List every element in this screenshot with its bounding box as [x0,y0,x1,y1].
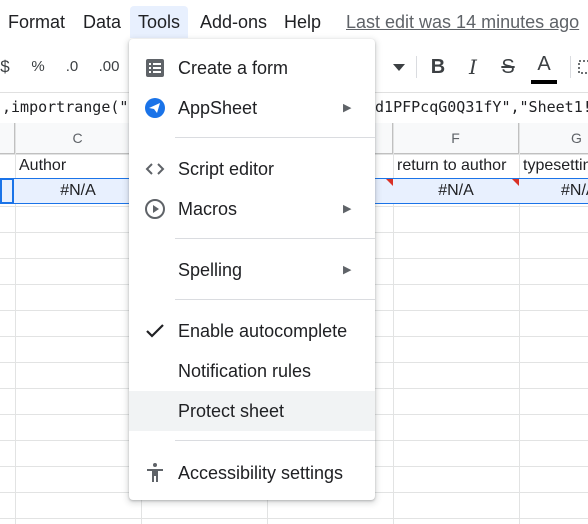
menu-item-script-editor[interactable]: Script editor [129,149,375,189]
menu-separator [175,440,375,441]
tools-menu: Create a form AppSheet ▶ Script editor M… [129,39,375,500]
column-header-f[interactable]: F [393,123,519,153]
bold-button[interactable]: B [426,44,450,90]
check-icon [146,324,164,338]
submenu-arrow-icon: ▶ [343,102,352,114]
selected-cell[interactable] [0,178,14,204]
menu-item-create-form[interactable]: Create a form [129,48,375,88]
error-indicator [512,179,519,186]
menu-item-notification-rules[interactable]: Notification rules [129,351,375,391]
cell-g2[interactable]: #N/A [519,179,588,203]
menu-item-spelling[interactable]: Spelling ▶ [129,250,375,290]
menu-item-label: Create a form [178,58,289,78]
menu-add-ons[interactable]: Add-ons [192,6,275,38]
caret-down-icon [393,64,405,71]
menu-tools[interactable]: Tools [130,6,189,38]
toolbar-divider [416,56,417,78]
menu-item-label: Accessibility settings [178,463,344,483]
borders-button[interactable] [578,44,588,90]
strikethrough-button[interactable]: S [496,44,520,90]
cell-c1[interactable]: Author [19,154,139,178]
toolbar-divider [570,56,571,78]
menu-bar: Format Data Tools Add-ons Help Last edit… [0,0,588,44]
menu-item-label: Macros [178,199,238,219]
menu-item-label: Enable autocomplete [178,321,348,341]
submenu-arrow-icon: ▶ [343,264,352,276]
menu-data[interactable]: Data [75,6,129,38]
menu-separator [175,238,375,239]
increase-decimal-label: .00 [98,58,120,75]
cell-c2[interactable]: #N/A [15,179,141,203]
text-color-indicator [531,80,557,84]
menu-item-label: Notification rules [178,361,312,381]
accessibility-icon [147,463,163,482]
increase-decimal-button[interactable]: .00 [94,44,124,90]
cell-f2[interactable]: #N/A [393,179,519,203]
menu-separator [175,137,375,138]
menu-item-label: Spelling [178,260,243,280]
italic-button[interactable]: I [461,44,485,90]
menu-item-label: Script editor [178,159,275,179]
menu-format[interactable]: Format [0,6,73,38]
column-g-label: G [571,130,582,146]
cell-g1[interactable]: typesetting [523,154,588,178]
column-header-b[interactable] [0,123,15,153]
play-circle-icon [145,199,165,219]
menu-item-accessibility-settings[interactable]: Accessibility settings [129,453,375,493]
menu-item-label: Protect sheet [178,401,285,421]
font-size-dropdown[interactable] [388,44,410,90]
menu-item-macros[interactable]: Macros ▶ [129,189,375,229]
menu-item-label: AppSheet [178,98,258,118]
menu-separator [175,299,375,300]
form-icon [146,59,164,77]
decrease-decimal-button[interactable]: .0 [60,44,84,90]
menu-help[interactable]: Help [276,6,329,38]
appsheet-icon [145,98,165,118]
error-indicator [386,179,393,186]
code-icon [145,163,165,175]
menu-item-enable-autocomplete[interactable]: Enable autocomplete [129,311,375,351]
menu-item-protect-sheet[interactable]: Protect sheet [129,391,375,431]
menu-item-appsheet[interactable]: AppSheet ▶ [129,88,375,128]
formula-text-left: ,importrange("1 [2,98,138,116]
decrease-decimal-label: .0 [65,58,79,75]
cell-f1[interactable]: return to author [397,154,519,178]
formula-text-right: ad1PFPcqG0Q31fY","Sheet1! [366,98,588,116]
percent-format-button[interactable]: % [28,44,48,90]
border-icon [578,60,588,74]
column-header-g[interactable]: G [519,123,588,153]
last-edit-link[interactable]: Last edit was 14 minutes ago [346,6,579,38]
submenu-arrow-icon: ▶ [343,203,352,215]
column-header-c[interactable]: C [15,123,141,153]
currency-format-button[interactable]: $ [0,44,12,90]
